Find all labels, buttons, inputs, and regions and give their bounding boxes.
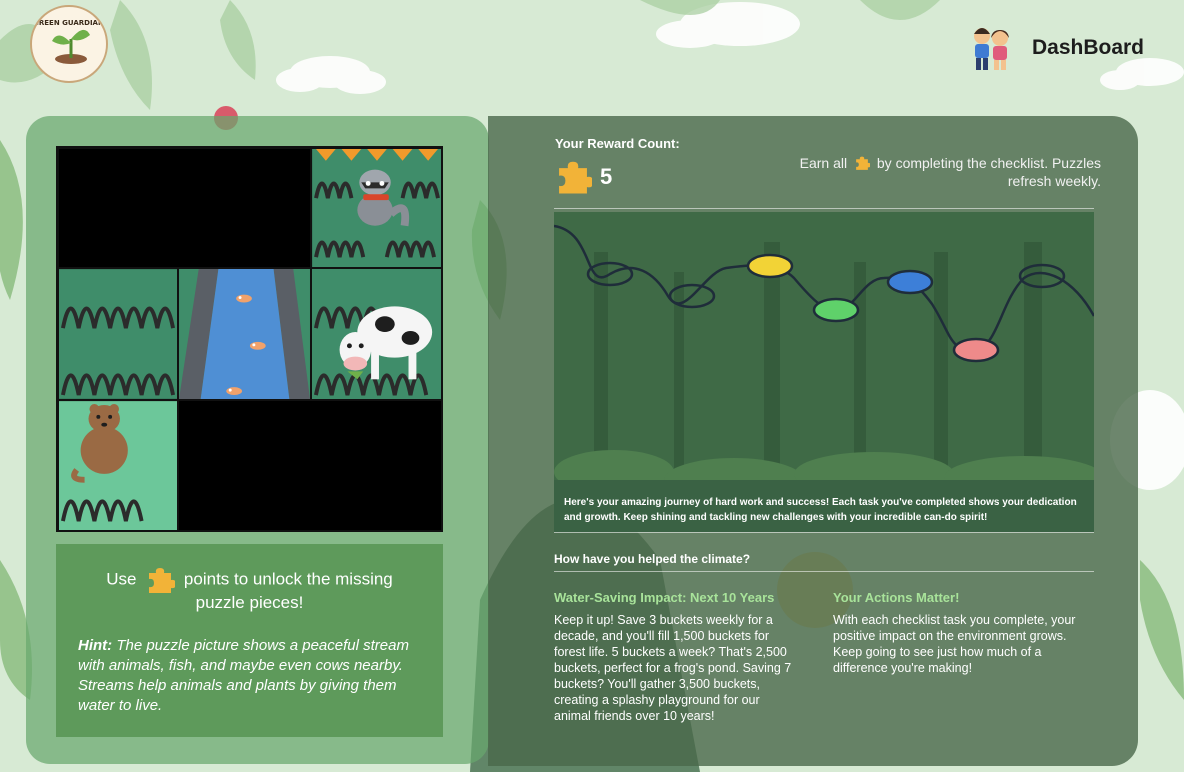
logo-text: GREEN GUARDIANS	[33, 19, 108, 27]
green-guardians-logo[interactable]: GREEN GUARDIANS	[30, 5, 108, 83]
journey-map: Here's your amazing journey of hard work…	[554, 212, 1094, 532]
unlock-info-box: Use points to unlock the missing puzzle …	[56, 544, 443, 737]
journey-caption: Here's your amazing journey of hard work…	[564, 497, 1077, 523]
journey-node-completed	[952, 337, 1000, 363]
puzzle-piece-icon	[149, 568, 176, 593]
earn-info: Earn all by completing the checklist. Pu…	[758, 154, 1101, 190]
journey-node-completed	[746, 253, 794, 279]
raccoon-icon	[312, 149, 441, 267]
actions-matter-text: With each checklist task you complete, y…	[833, 613, 1076, 675]
reward-count: 5	[554, 158, 612, 196]
puzzle-tile-grass	[58, 268, 178, 400]
dashboard-label: DashBoard	[1031, 36, 1144, 59]
journey-node-completed	[886, 269, 934, 295]
puzzle-piece-icon	[559, 161, 592, 194]
puzzle-piece-icon	[856, 156, 870, 170]
water-impact-text: Keep it up! Save 3 buckets weekly for a …	[554, 613, 792, 723]
journey-forest-scene	[554, 212, 1094, 532]
journey-node-completed	[812, 297, 860, 323]
reward-count-value: 5	[600, 164, 613, 189]
climate-question: How have you helped the climate?	[554, 552, 751, 566]
grass-icon	[59, 269, 177, 399]
quokka-icon	[59, 401, 177, 530]
unlock-line-2: puzzle pieces!	[195, 593, 304, 612]
dashboard-link[interactable]: DashBoard	[964, 22, 1144, 74]
puzzle-tile-missing[interactable]	[178, 400, 441, 530]
unlock-line: Use points to unlock the missing	[56, 565, 443, 595]
divider	[554, 532, 1094, 533]
divider	[554, 208, 1094, 209]
puzzle-tile-raccoon	[311, 148, 441, 268]
unlock-suffix: points to unlock the missing	[183, 569, 393, 589]
puzzle-tile-missing[interactable]	[58, 148, 311, 268]
cow-icon	[312, 269, 441, 399]
puzzle-tile-quokka	[58, 400, 178, 530]
rewards-panel: Your Reward Count: 5 Earn all by complet…	[488, 116, 1138, 766]
divider	[554, 571, 1094, 572]
stream-fish-icon	[179, 269, 310, 399]
hint-body: The puzzle picture shows a peaceful stre…	[78, 637, 409, 714]
earn-suffix: by completing the checklist. Puzzles ref…	[876, 155, 1101, 189]
unlock-prefix: Use	[106, 569, 137, 589]
hint-label: Hint:	[78, 637, 113, 654]
reward-count-title: Your Reward Count:	[555, 136, 680, 151]
actions-matter-title: Your Actions Matter!	[833, 590, 960, 605]
puzzle-tile-stream	[178, 268, 311, 400]
earn-prefix: Earn all	[799, 155, 848, 171]
hint-text: Hint: The puzzle picture shows a peacefu…	[78, 636, 428, 716]
water-impact-title: Water-Saving Impact: Next 10 Years	[554, 590, 775, 605]
puzzle-board	[56, 146, 443, 532]
puzzle-tile-cow	[311, 268, 441, 400]
kids-avatar-icon	[973, 28, 1009, 70]
